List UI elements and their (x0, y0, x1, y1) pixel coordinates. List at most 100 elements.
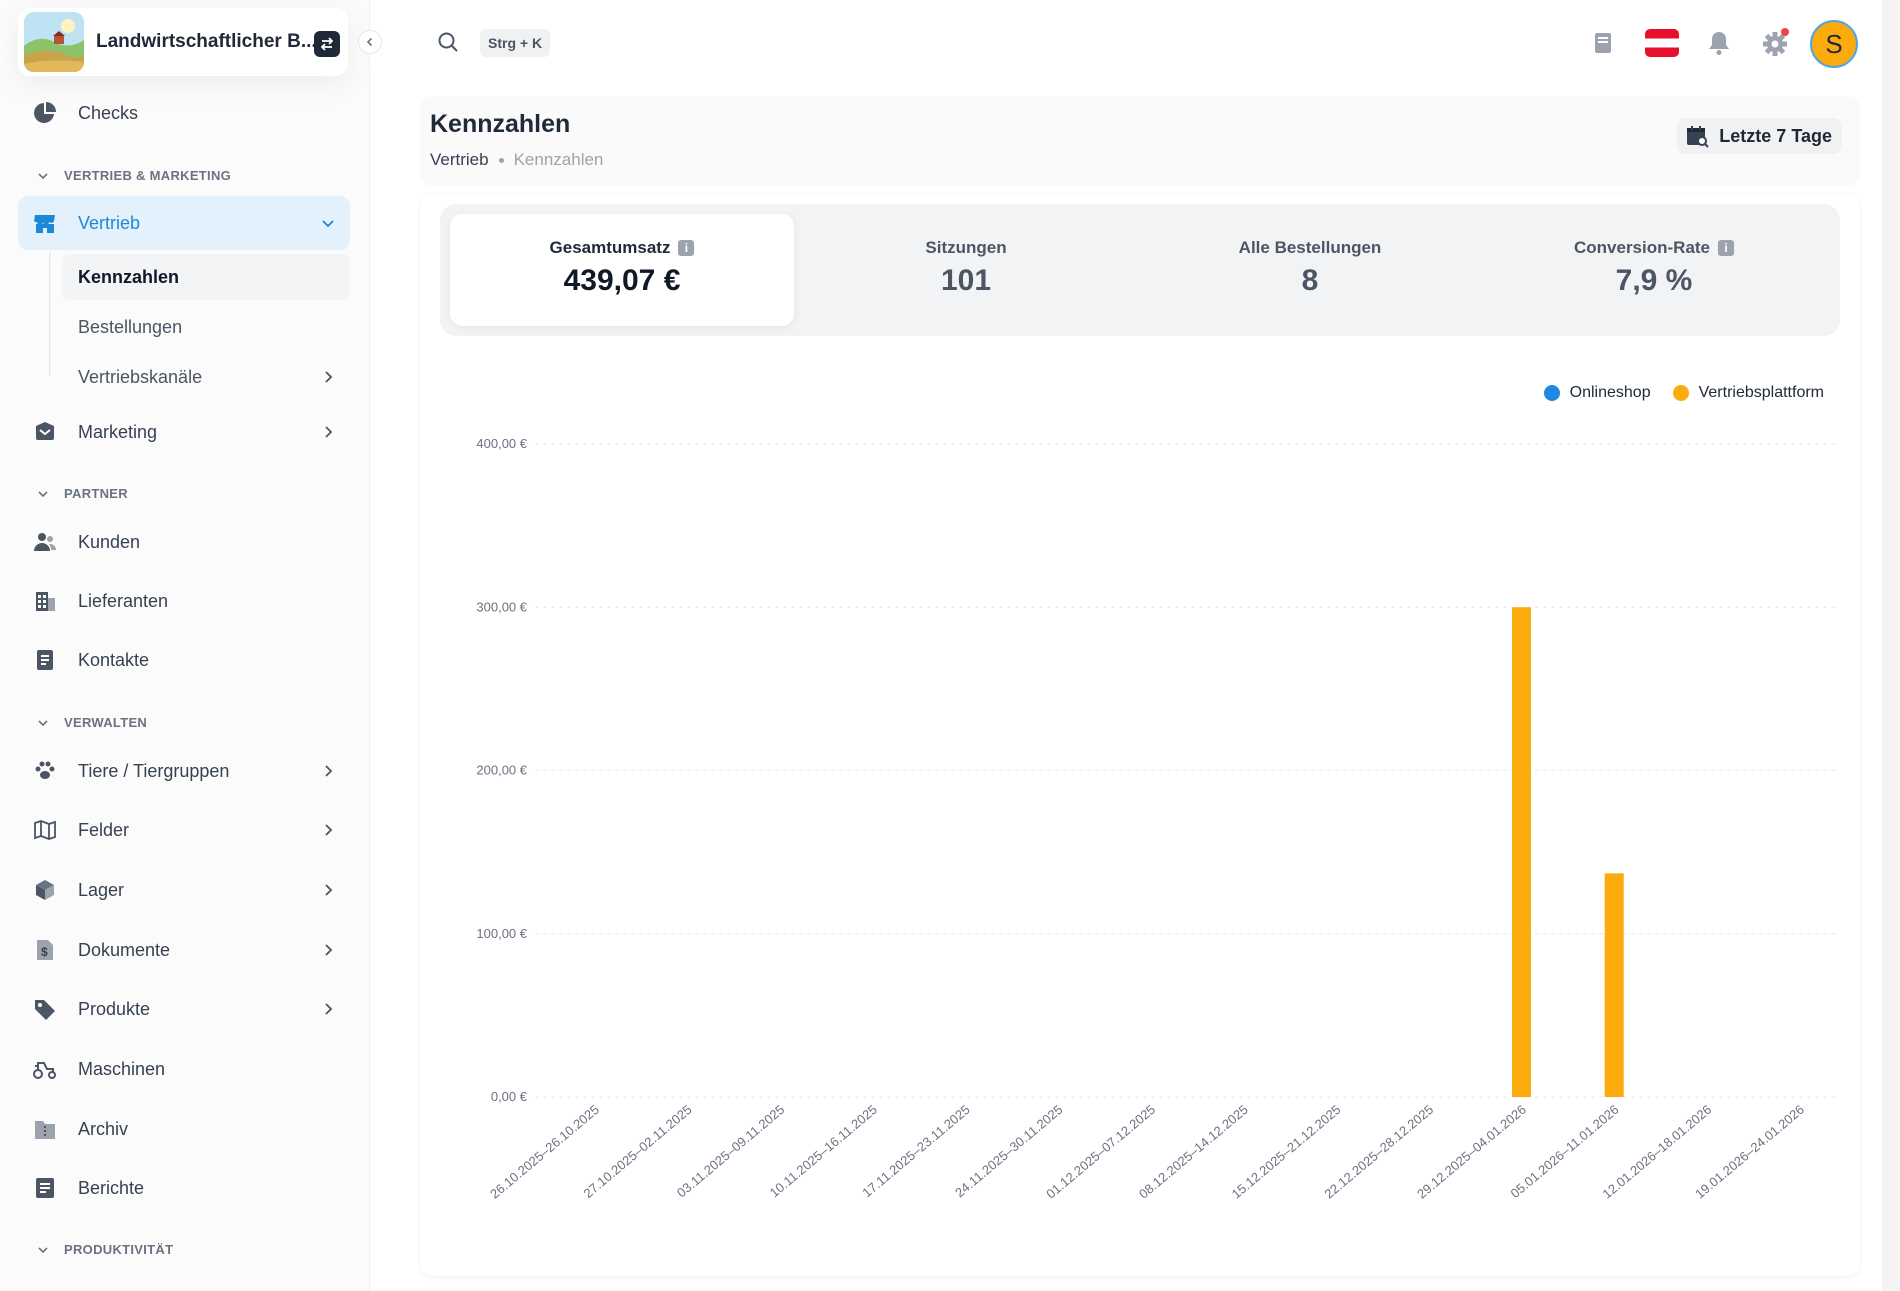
tag-icon (32, 996, 58, 1022)
sidebar-item-berichte[interactable]: Berichte (18, 1161, 350, 1215)
section-label: PRODUKTIVITÄT (64, 1242, 174, 1257)
section-label: VERWALTEN (64, 715, 148, 730)
legend-label: Vertriebsplattform (1698, 384, 1824, 401)
chevron-right-icon (325, 824, 333, 836)
kpi-tab-alle-bestellungen[interactable]: Alle Bestellungen 8 (1138, 214, 1482, 326)
submenu-tree-line (49, 252, 51, 376)
search-icon[interactable] (436, 30, 460, 54)
chevron-down-icon (322, 220, 334, 228)
metrics-card: Gesamtumsatz i 439,07 € Sitzungen 101 All… (420, 194, 1860, 1276)
kpi-tab-sitzungen[interactable]: Sitzungen 101 (794, 214, 1138, 326)
report-icon (32, 1175, 58, 1201)
chevron-down-icon (38, 719, 48, 726)
settings-gear-icon[interactable] (1760, 28, 1790, 58)
sidebar-item-felder[interactable]: Felder (18, 803, 350, 857)
sidebar-item-label: Kunden (78, 531, 141, 552)
y-tick-label: 100,00 € (476, 926, 527, 941)
bar-vertriebsplattform (1512, 607, 1531, 1097)
date-range-label: Letzte 7 Tage (1719, 125, 1832, 146)
revenue-bar-chart: 0,00 €100,00 €200,00 €300,00 €400,00 €26… (476, 436, 1835, 1202)
kpi-tab-gesamtumsatz[interactable]: Gesamtumsatz i 439,07 € (450, 214, 794, 326)
section-verwalten[interactable]: VERWALTEN (36, 715, 147, 730)
sidebar-subitem-label: Kennzahlen (78, 266, 180, 287)
breadcrumb-link-vertrieb[interactable]: Vertrieb (430, 150, 489, 170)
chevron-right-icon (325, 371, 333, 383)
section-produktivitaet[interactable]: PRODUKTIVITÄT (36, 1242, 173, 1257)
sidebar-item-maschinen[interactable]: Maschinen (18, 1042, 350, 1096)
paw-icon (32, 758, 58, 784)
calendar-search-icon (1687, 126, 1710, 148)
kpi-value: 7,9 % (1615, 264, 1693, 297)
info-icon[interactable]: i (678, 240, 695, 256)
bell-icon[interactable] (1704, 28, 1734, 58)
sidebar-item-kontakte[interactable]: Kontakte (18, 633, 350, 687)
map-icon (32, 817, 58, 843)
page-header: Kennzahlen Vertrieb Kennzahlen Letzte 7 … (420, 96, 1860, 186)
legend-swatch (1672, 385, 1689, 401)
chevron-right-icon (325, 426, 333, 438)
section-partner[interactable]: PARTNER (36, 486, 128, 501)
archive-folder-icon (32, 1116, 58, 1142)
sidebar-item-label: Lieferanten (78, 590, 169, 611)
y-tick-label: 0,00 € (491, 1089, 528, 1104)
megaphone-icon (32, 419, 58, 445)
page-title: Kennzahlen (430, 110, 571, 138)
info-icon[interactable]: i (1718, 240, 1735, 256)
sidebar-item-marketing[interactable]: Marketing (18, 405, 350, 459)
sidebar-item-label: Lager (78, 879, 125, 900)
kpi-label: Gesamtumsatz (549, 238, 671, 257)
legend-swatch (1543, 385, 1560, 401)
storefront-icon (32, 210, 58, 236)
sidebar-item-tiere[interactable]: Tiere / Tiergruppen (18, 744, 350, 798)
legend-entry-onlineshop[interactable]: Onlineshop (1543, 384, 1651, 402)
svg-text:$: $ (41, 945, 48, 959)
sidebar-subitem-vertriebskanaele[interactable]: Vertriebskanäle (62, 354, 350, 400)
kpi-label: Alle Bestellungen (1238, 238, 1382, 257)
sidebar-subitem-label: Bestellungen (78, 316, 183, 337)
y-tick-label: 300,00 € (476, 599, 527, 614)
sidebar-item-dokumente[interactable]: $ Dokumente (18, 923, 350, 977)
page-scrollbar[interactable] (1882, 0, 1900, 1291)
user-avatar[interactable]: S (1810, 20, 1858, 68)
austria-flag-icon[interactable] (1644, 28, 1680, 58)
breadcrumb-separator (498, 157, 504, 163)
sidebar-subitem-label: Vertriebskanäle (78, 366, 203, 387)
organization-switcher[interactable]: Landwirtschaftlicher B... (18, 8, 348, 76)
sidebar-subitem-bestellungen[interactable]: Bestellungen (62, 304, 350, 350)
kpi-label: Sitzungen (925, 238, 1007, 257)
section-label: VERTRIEB & MARKETING (64, 168, 232, 183)
chevron-right-icon (325, 765, 333, 777)
sidebar-item-vertrieb[interactable]: Vertrieb (18, 196, 350, 250)
collapse-sidebar-button[interactable] (358, 30, 382, 54)
sidebar-item-lieferanten[interactable]: Lieferanten (18, 574, 350, 628)
sidebar-item-label: Archiv (78, 1118, 129, 1139)
sidebar-item-label: Dokumente (78, 939, 171, 960)
sidebar-item-produkte[interactable]: Produkte (18, 982, 350, 1036)
pie-chart-icon (32, 100, 58, 126)
bar-vertriebsplattform (1604, 873, 1624, 1097)
section-vertrieb-marketing[interactable]: VERTRIEB & MARKETING (36, 168, 231, 183)
tractor-icon (32, 1056, 58, 1082)
chevron-down-icon (38, 490, 48, 497)
sidebar-item-lager[interactable]: Lager (18, 863, 350, 917)
search-shortcut-hint[interactable]: Strg + K (480, 29, 551, 57)
sidebar-item-archiv[interactable]: Archiv (18, 1102, 350, 1156)
legend-label: Onlineshop (1569, 384, 1651, 401)
breadcrumb: Vertrieb Kennzahlen (430, 150, 603, 170)
section-label: PARTNER (64, 486, 128, 501)
kpi-value: 101 (940, 264, 992, 297)
breadcrumb-current: Kennzahlen (513, 150, 604, 169)
kpi-tab-conversion-rate[interactable]: Conversion-Rate i 7,9 % (1482, 214, 1826, 326)
switch-organization-icon[interactable] (314, 31, 340, 57)
chevron-right-icon (325, 884, 333, 896)
y-tick-label: 400,00 € (476, 436, 527, 451)
chart-legend: Onlineshop Vertriebsplattform (1522, 384, 1824, 402)
documentation-book-icon[interactable] (1588, 28, 1618, 58)
sidebar-item-checks[interactable]: Checks (18, 86, 350, 140)
sidebar-subitem-kennzahlen[interactable]: Kennzahlen (62, 254, 350, 300)
legend-entry-vertriebsplattform[interactable]: Vertriebsplattform (1672, 384, 1824, 402)
sidebar-item-label: Kontakte (78, 649, 150, 670)
sidebar-item-kunden[interactable]: Kunden (18, 515, 350, 569)
date-range-button[interactable]: Letzte 7 Tage (1677, 118, 1842, 154)
kpi-value: 8 (1301, 264, 1319, 297)
